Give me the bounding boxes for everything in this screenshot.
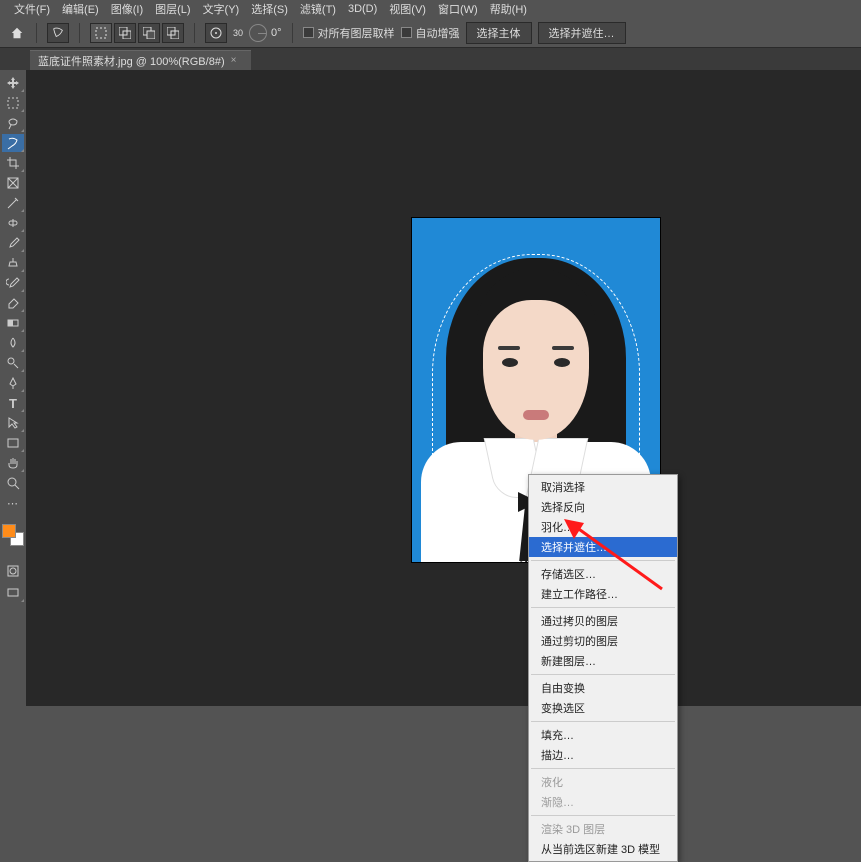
canvas-area[interactable] [26,70,861,706]
context-menu-item: 渲染 3D 图层 [529,819,677,839]
new-selection-button[interactable] [90,23,112,43]
menu-3d[interactable]: 3D(D) [342,3,383,15]
select-subject-button[interactable]: 选择主体 [466,22,532,44]
dodge-tool[interactable] [2,354,24,372]
menu-separator [531,674,675,675]
portrait-lips [523,410,549,420]
eyedropper-tool[interactable] [2,194,24,212]
brush-tool[interactable] [2,234,24,252]
document-tab-bar: 蓝底证件照素材.jpg @ 100%(RGB/8#) × [0,48,861,70]
brush-picker-button[interactable] [205,23,227,43]
add-to-selection-button[interactable] [114,23,136,43]
eraser-tool[interactable] [2,294,24,312]
context-menu-item: 渐隐… [529,792,677,812]
context-menu-item[interactable]: 取消选择 [529,477,677,497]
context-menu-item[interactable]: 建立工作路径… [529,584,677,604]
sample-all-label: 对所有图层取样 [318,25,395,41]
marquee-tool[interactable] [2,94,24,112]
context-menu-item[interactable]: 填充… [529,725,677,745]
context-menu-item[interactable]: 变换选区 [529,698,677,718]
zoom-tool[interactable] [2,474,24,492]
type-tool[interactable]: T [2,394,24,412]
brush-size-label: 30 [233,28,243,38]
move-tool[interactable] [2,74,24,92]
checkbox-icon [401,27,412,38]
crop-tool[interactable] [2,154,24,172]
portrait-brow [552,346,574,350]
healing-brush-tool[interactable] [2,214,24,232]
subtract-selection-button[interactable] [138,23,160,43]
menu-edit[interactable]: 编辑(E) [56,1,105,17]
select-and-mask-button[interactable]: 选择并遮住… [538,22,626,44]
menu-separator [531,768,675,769]
menu-separator [531,815,675,816]
checkbox-icon [303,27,314,38]
document-tab-title: 蓝底证件照素材.jpg @ 100%(RGB/8#) [38,53,225,69]
separator [194,23,195,43]
home-icon[interactable] [8,24,26,42]
context-menu: 取消选择选择反向羽化…选择并遮住… 存储选区…建立工作路径… 通过拷贝的图层通过剪切… [528,474,678,862]
angle-dial-icon[interactable] [249,24,267,42]
menu-window[interactable]: 窗口(W) [432,1,484,17]
auto-enhance-checkbox[interactable]: 自动增强 [401,25,460,41]
menu-separator [531,721,675,722]
menu-type[interactable]: 文字(Y) [197,1,246,17]
menu-file[interactable]: 文件(F) [8,1,56,17]
quick-selection-tool[interactable] [2,134,24,152]
angle-control[interactable]: 0° [249,24,282,42]
menu-image[interactable]: 图像(I) [105,1,149,17]
tool-preset-button[interactable] [47,23,69,43]
context-menu-item[interactable]: 通过剪切的图层 [529,631,677,651]
quick-mask-button[interactable] [2,562,24,580]
auto-enhance-label: 自动增强 [416,25,460,41]
context-menu-item[interactable]: 描边… [529,745,677,765]
tools-panel: T ⋯ [0,70,26,602]
gradient-tool[interactable] [2,314,24,332]
selection-mode-group [90,23,184,43]
portrait-eye [502,358,518,367]
separator [36,23,37,43]
portrait-brow [498,346,520,350]
angle-value: 0° [271,27,282,39]
color-swatches[interactable] [2,524,24,546]
context-menu-item[interactable]: 羽化… [529,517,677,537]
menu-separator [531,607,675,608]
close-icon[interactable]: × [231,55,243,67]
frame-tool[interactable] [2,174,24,192]
document-tab[interactable]: 蓝底证件照素材.jpg @ 100%(RGB/8#) × [30,50,251,70]
edit-toolbar-button[interactable]: ⋯ [2,494,24,512]
menu-help[interactable]: 帮助(H) [484,1,533,17]
foreground-color-swatch[interactable] [2,524,16,538]
menu-layer[interactable]: 图层(L) [149,1,196,17]
workspace: T ⋯ [0,70,861,706]
context-menu-item[interactable]: 新建图层… [529,651,677,671]
rectangle-tool[interactable] [2,434,24,452]
context-menu-item[interactable]: 通过拷贝的图层 [529,611,677,631]
menu-separator [531,560,675,561]
path-selection-tool[interactable] [2,414,24,432]
portrait-eye [554,358,570,367]
hand-tool[interactable] [2,454,24,472]
context-menu-item[interactable]: 自由变换 [529,678,677,698]
context-menu-item[interactable]: 存储选区… [529,564,677,584]
blur-tool[interactable] [2,334,24,352]
menu-select[interactable]: 选择(S) [245,1,294,17]
context-menu-item[interactable]: 选择并遮住… [529,537,677,557]
pen-tool[interactable] [2,374,24,392]
options-bar: 30 0° 对所有图层取样 自动增强 选择主体 选择并遮住… [0,18,861,48]
menu-view[interactable]: 视图(V) [383,1,432,17]
context-menu-item[interactable]: 选择反向 [529,497,677,517]
lasso-tool[interactable] [2,114,24,132]
clone-stamp-tool[interactable] [2,254,24,272]
context-menu-item[interactable]: 从当前选区新建 3D 模型 [529,839,677,859]
menu-filter[interactable]: 滤镜(T) [294,1,342,17]
separator [292,23,293,43]
menu-bar: 文件(F) 编辑(E) 图像(I) 图层(L) 文字(Y) 选择(S) 滤镜(T… [0,0,861,18]
intersect-selection-button[interactable] [162,23,184,43]
history-brush-tool[interactable] [2,274,24,292]
sample-all-layers-checkbox[interactable]: 对所有图层取样 [303,25,395,41]
separator [79,23,80,43]
context-menu-item: 液化 [529,772,677,792]
screen-mode-button[interactable] [2,584,24,602]
